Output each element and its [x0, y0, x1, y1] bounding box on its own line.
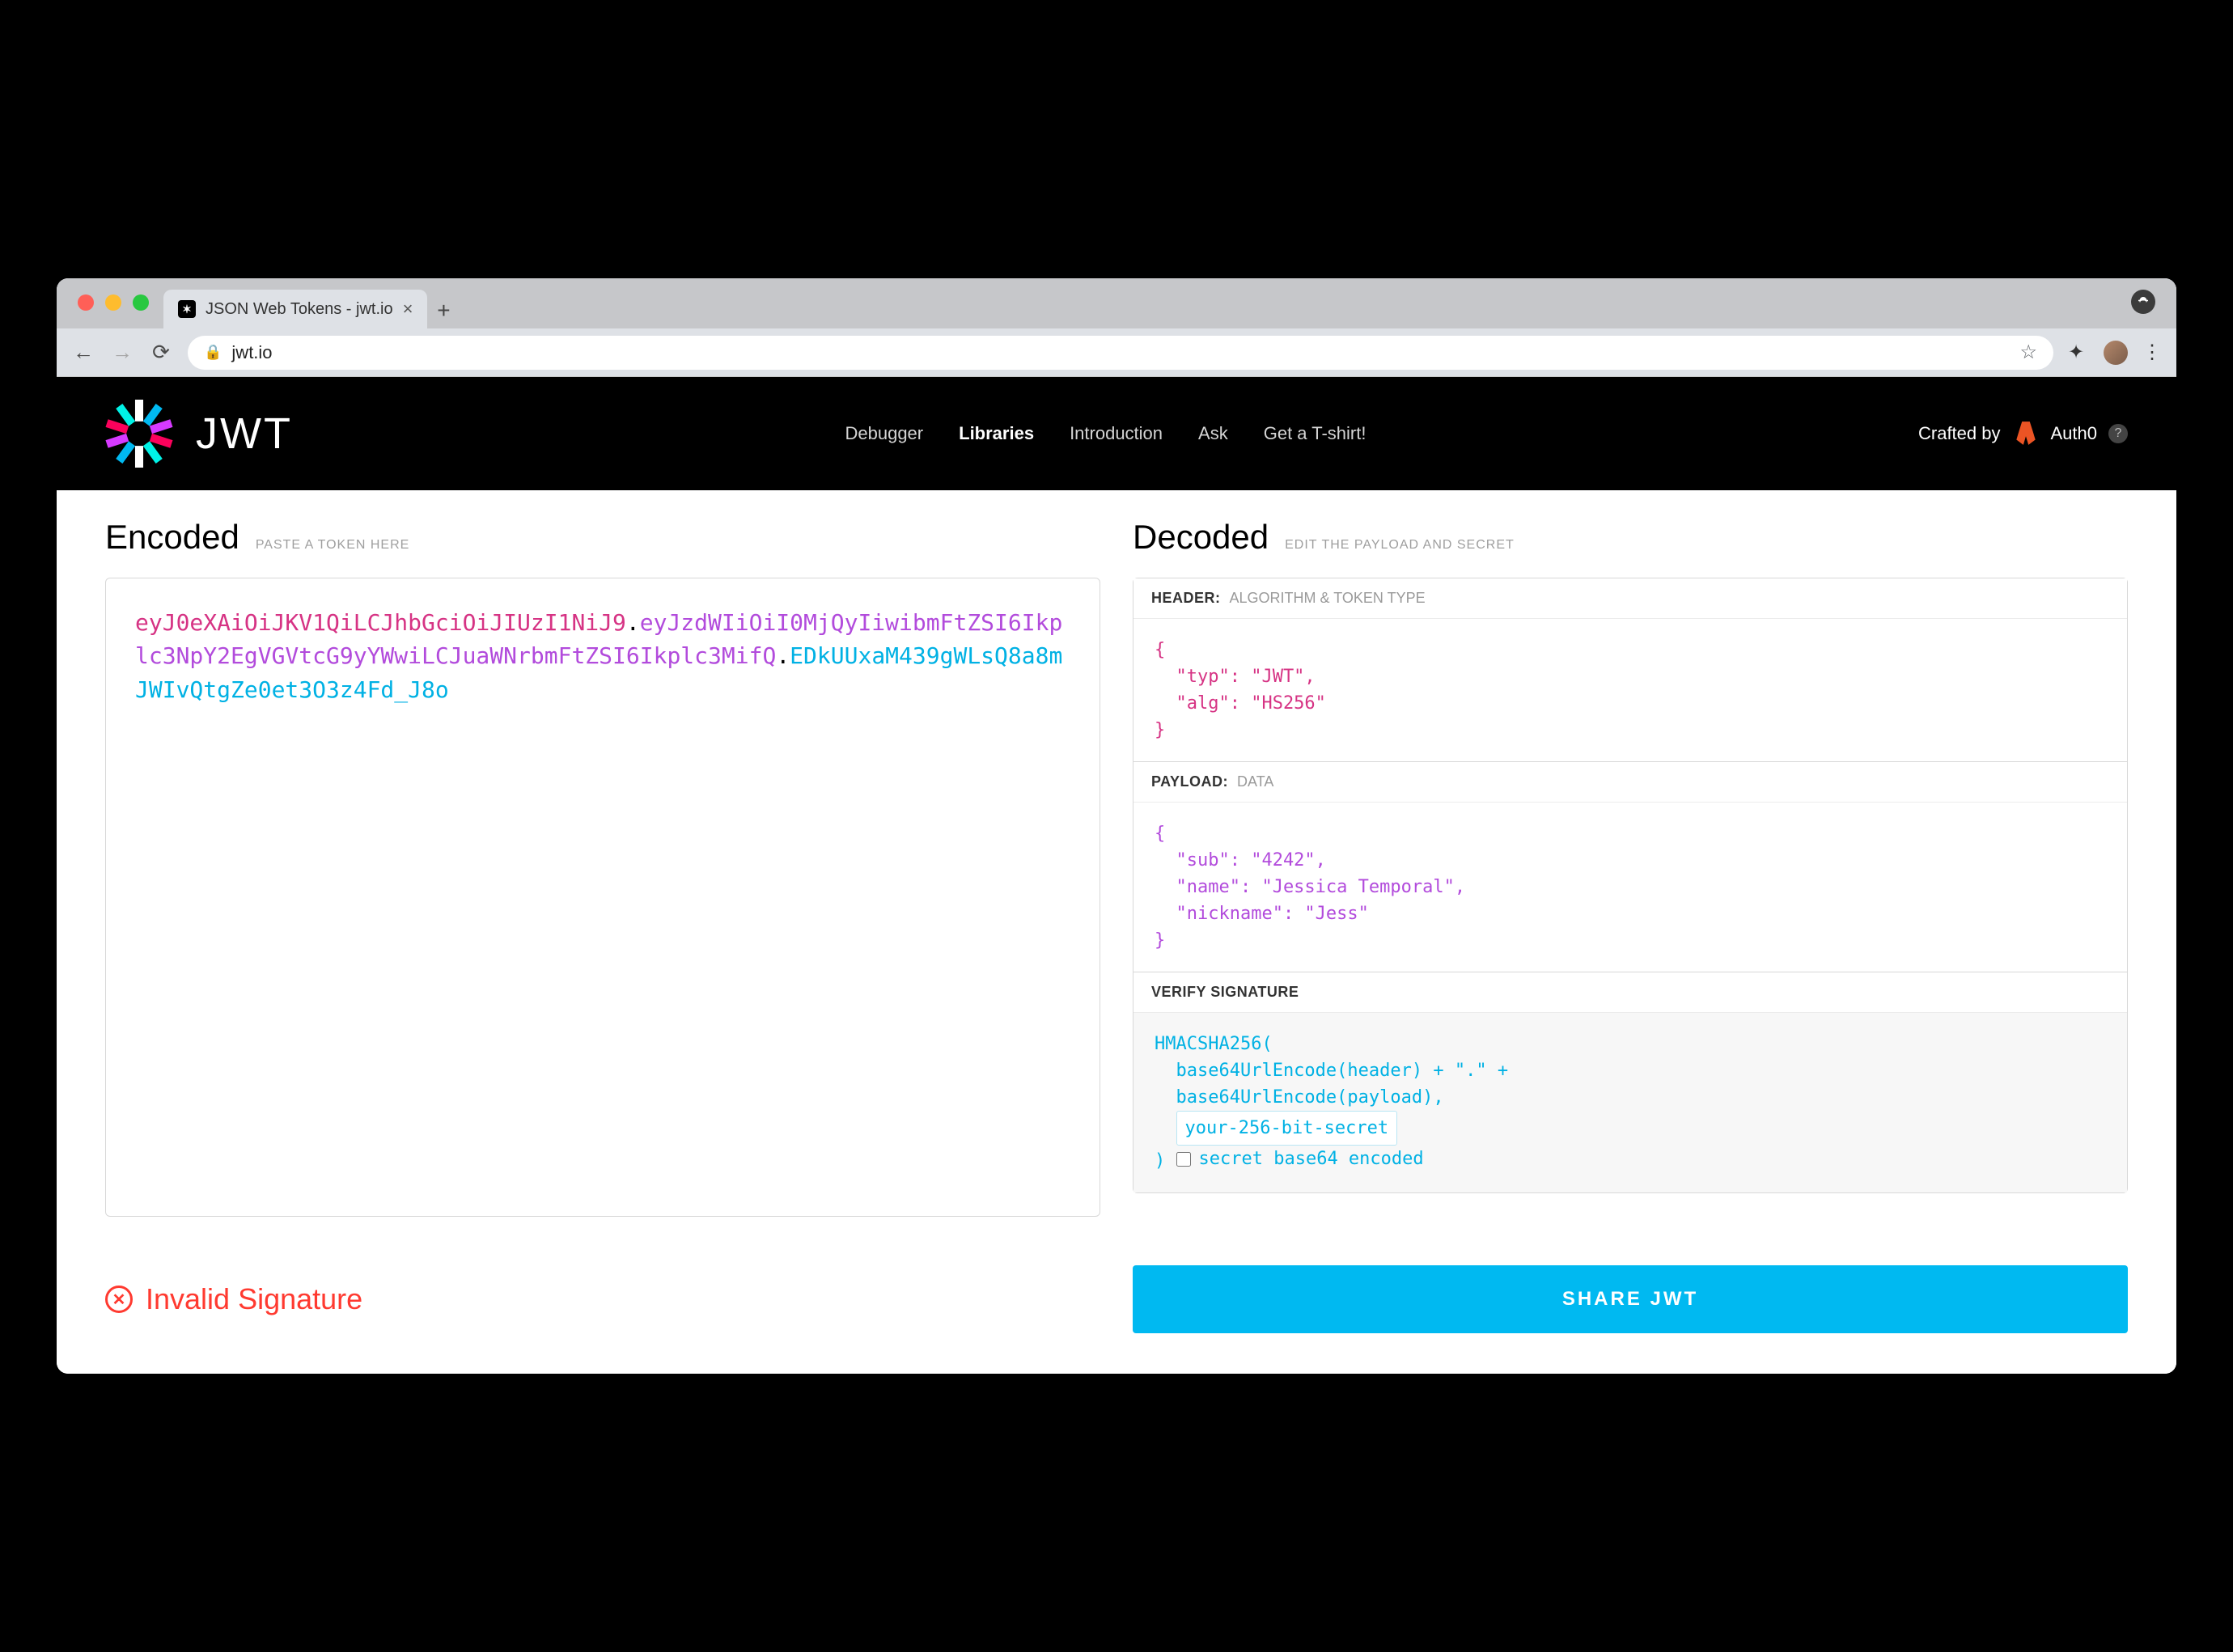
secret-base64-label: secret base64 encoded	[1199, 1146, 1424, 1172]
site-logo[interactable]: JWT	[105, 400, 293, 468]
crafted-by-brand[interactable]: Auth0	[2051, 423, 2098, 444]
header-section-label: HEADER:	[1151, 590, 1221, 606]
nav-tshirt[interactable]: Get a T-shirt!	[1264, 423, 1366, 444]
window-controls	[78, 294, 149, 311]
debugger-content: Encoded PASTE A TOKEN HERE eyJ0eXAiOiJKV…	[57, 490, 2176, 1374]
extensions-icon[interactable]: ✦	[2068, 341, 2089, 364]
share-jwt-button[interactable]: SHARE JWT	[1133, 1265, 2128, 1333]
browser-menu-icon[interactable]: ⋮	[2142, 341, 2162, 364]
decoded-payload-section: PAYLOAD: DATA { "sub": "4242", "name": "…	[1133, 762, 2128, 972]
crafted-by: Crafted by Auth0 ?	[1918, 420, 2128, 447]
signature-section-label: VERIFY SIGNATURE	[1151, 984, 1299, 1000]
page-content: JWT Debugger Libraries Introduction Ask …	[57, 377, 2176, 1374]
lock-icon: 🔒	[204, 344, 222, 361]
signature-formula: HMACSHA256( base64UrlEncode(header) + ".…	[1133, 1013, 2127, 1192]
browser-window: ✶ JSON Web Tokens - jwt.io × + ← → ⟳ 🔒 j…	[57, 278, 2176, 1374]
browser-tab[interactable]: ✶ JSON Web Tokens - jwt.io ×	[163, 290, 427, 328]
bookmark-star-icon[interactable]: ☆	[2019, 341, 2037, 364]
close-tab-icon[interactable]: ×	[403, 299, 413, 320]
token-header-segment: eyJ0eXAiOiJKV1QiLCJhbGciOiJIUzI1NiJ9	[135, 609, 626, 636]
encoded-token-input[interactable]: eyJ0eXAiOiJKV1QiLCJhbGciOiJIUzI1NiJ9.eyJ…	[105, 578, 1100, 1217]
payload-section-sub: DATA	[1237, 773, 1273, 790]
tab-title: JSON Web Tokens - jwt.io	[206, 300, 393, 319]
close-window-button[interactable]	[78, 294, 94, 311]
signature-status-text: Invalid Signature	[146, 1282, 362, 1316]
logo-text: JWT	[196, 409, 293, 459]
nav-ask[interactable]: Ask	[1198, 423, 1228, 444]
new-tab-button[interactable]: +	[427, 298, 460, 328]
reload-button[interactable]: ⟳	[149, 340, 173, 365]
url-text: jwt.io	[231, 342, 272, 363]
main-nav: Debugger Libraries Introduction Ask Get …	[845, 423, 1366, 444]
signature-status: ✕ Invalid Signature	[105, 1282, 1100, 1316]
invalid-icon: ✕	[105, 1286, 133, 1313]
auth0-logo-icon[interactable]	[2012, 420, 2040, 447]
profile-avatar[interactable]	[2104, 341, 2128, 365]
tab-strip: ✶ JSON Web Tokens - jwt.io × +	[57, 278, 2176, 328]
forward-button[interactable]: →	[110, 340, 134, 365]
back-button[interactable]: ←	[71, 340, 95, 365]
favicon-icon: ✶	[178, 300, 196, 318]
nav-libraries[interactable]: Libraries	[959, 423, 1034, 444]
decoded-title: Decoded	[1133, 518, 1269, 557]
minimize-window-button[interactable]	[105, 294, 121, 311]
logo-mark-icon	[105, 400, 173, 468]
header-json-editor[interactable]: { "typ": "JWT", "alg": "HS256" }	[1133, 619, 2127, 761]
site-header: JWT Debugger Libraries Introduction Ask …	[57, 377, 2176, 490]
secret-base64-checkbox[interactable]	[1176, 1152, 1191, 1167]
crafted-by-label: Crafted by	[1918, 423, 2001, 444]
decoded-column: Decoded EDIT THE PAYLOAD AND SECRET HEAD…	[1133, 518, 2128, 1217]
nav-debugger[interactable]: Debugger	[845, 423, 923, 444]
address-bar: ← → ⟳ 🔒 jwt.io ☆ ✦ ⋮	[57, 328, 2176, 377]
encoded-title: Encoded	[105, 518, 239, 557]
encoded-hint: PASTE A TOKEN HERE	[256, 538, 410, 553]
payload-section-label: PAYLOAD:	[1151, 773, 1228, 790]
zoom-window-button[interactable]	[133, 294, 149, 311]
encoded-column: Encoded PASTE A TOKEN HERE eyJ0eXAiOiJKV…	[105, 518, 1100, 1217]
nav-introduction[interactable]: Introduction	[1070, 423, 1163, 444]
url-field[interactable]: 🔒 jwt.io ☆	[188, 336, 2053, 370]
help-icon[interactable]: ?	[2108, 424, 2128, 443]
decoded-signature-section: VERIFY SIGNATURE HMACSHA256( base64UrlEn…	[1133, 972, 2128, 1193]
page-viewport: JWT Debugger Libraries Introduction Ask …	[57, 377, 2176, 1374]
secret-input[interactable]: your-256-bit-secret	[1176, 1111, 1398, 1146]
payload-json-editor[interactable]: { "sub": "4242", "name": "Jessica Tempor…	[1133, 803, 2127, 972]
decoded-hint: EDIT THE PAYLOAD AND SECRET	[1285, 538, 1515, 553]
incognito-icon	[2131, 290, 2155, 314]
decoded-header-section: HEADER: ALGORITHM & TOKEN TYPE { "typ": …	[1133, 578, 2128, 762]
header-section-sub: ALGORITHM & TOKEN TYPE	[1230, 590, 1426, 606]
